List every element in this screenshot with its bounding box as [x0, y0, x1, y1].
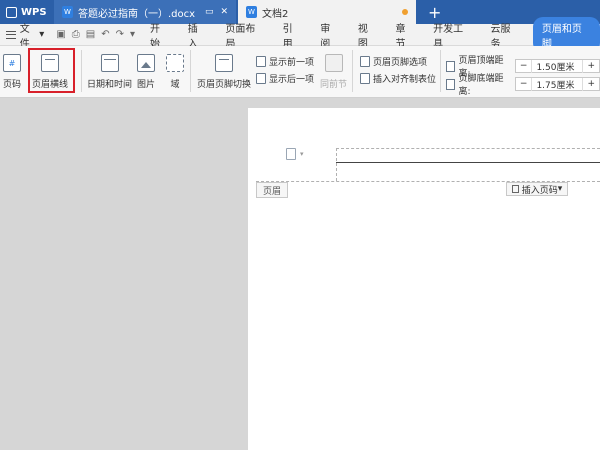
- header-edit-area[interactable]: [336, 148, 600, 181]
- redo-icon[interactable]: ↷: [116, 29, 124, 40]
- highlight-box: [28, 48, 75, 93]
- show-previous-icon: [256, 56, 266, 67]
- document-icon: W: [62, 6, 73, 18]
- hamburger-icon: [6, 30, 16, 39]
- tab-document-1-label: 答题必过指南（一）.docx: [78, 8, 196, 20]
- tab-insert[interactable]: 插入: [179, 20, 217, 50]
- picture-icon: [137, 54, 155, 72]
- insert-align-tab-button[interactable]: 插入对齐制表位: [360, 72, 436, 85]
- footer-bottom-distance-value[interactable]: 1.75厘米: [531, 77, 584, 91]
- header-tag: 页眉: [256, 182, 288, 198]
- page-number-button[interactable]: # 页码: [3, 54, 21, 90]
- paste-options-icon[interactable]: [286, 148, 296, 160]
- align-tab-icon: [360, 73, 370, 84]
- decrement-button[interactable]: −: [516, 61, 532, 71]
- tab-review[interactable]: 审阅: [311, 20, 349, 50]
- divider: [352, 50, 353, 92]
- decrement-button[interactable]: −: [516, 79, 532, 89]
- page-number-icon: #: [3, 54, 21, 72]
- divider: [440, 50, 441, 92]
- same-as-previous-label: 同前节: [320, 80, 348, 90]
- print-icon[interactable]: ⎙: [72, 29, 80, 40]
- page-icon: [511, 185, 519, 193]
- picture-button[interactable]: 图片: [137, 54, 155, 90]
- header-distance-icon: [446, 60, 456, 72]
- calendar-icon: [100, 54, 119, 72]
- date-time-button[interactable]: 日期和时间: [87, 54, 132, 90]
- customize-icon[interactable]: ▾: [130, 29, 135, 40]
- date-time-label: 日期和时间: [87, 80, 133, 90]
- show-next-label: 显示后一项: [269, 75, 315, 85]
- tab-document-2-label: 文档2: [262, 8, 289, 20]
- screen-icon[interactable]: ▭: [205, 7, 214, 17]
- file-menu[interactable]: 文件 ▾: [0, 20, 50, 50]
- preview-icon[interactable]: ▤: [86, 29, 95, 40]
- page-number-label: 页码: [3, 80, 22, 90]
- chevron-down-icon: ▾: [557, 184, 563, 194]
- increment-button[interactable]: +: [583, 61, 599, 71]
- header-horizontal-line: [336, 162, 600, 163]
- wps-app-label: WPS: [21, 6, 47, 18]
- chevron-down-icon: ▾: [39, 29, 45, 40]
- wps-logo-icon: [6, 6, 17, 18]
- quick-access-toolbar: ▣ ⎙ ▤ ↶ ↷ ▾: [50, 29, 141, 40]
- insert-page-number-label: 插入页码: [521, 185, 558, 196]
- field-button[interactable]: 域: [166, 54, 184, 90]
- tab-references[interactable]: 引用: [274, 20, 312, 50]
- show-next-button[interactable]: 显示后一项: [256, 72, 314, 85]
- header-footer-options-button[interactable]: 页眉页脚选项: [360, 55, 427, 68]
- same-as-previous-icon: [324, 54, 343, 72]
- header-footer-switch-button[interactable]: 页眉页脚切换: [197, 54, 251, 90]
- tab-view[interactable]: 视图: [349, 20, 387, 50]
- options-icon: [360, 56, 370, 67]
- close-icon[interactable]: ✕: [220, 7, 228, 17]
- footer-bottom-distance: 页脚底端距离: − 1.75厘米 +: [446, 71, 600, 97]
- document-icon: W: [246, 6, 257, 18]
- field-label: 域: [170, 80, 180, 90]
- show-previous-button[interactable]: 显示前一项: [256, 55, 314, 68]
- menu-bar: 文件 ▾ ▣ ⎙ ▤ ↶ ↷ ▾ 开始 插入 页面布局 引用 审阅 视图 章节 …: [0, 16, 600, 53]
- tab-cloud[interactable]: 云服务: [481, 20, 528, 50]
- tab-page-layout[interactable]: 页面布局: [216, 20, 273, 50]
- footer-bottom-distance-stepper[interactable]: − 1.75厘米 +: [514, 77, 600, 91]
- same-as-previous-button[interactable]: 同前节: [320, 54, 347, 90]
- switch-icon: [215, 54, 233, 72]
- header-footer-options-label: 页眉页脚选项: [373, 58, 428, 68]
- chevron-down-icon[interactable]: ▾: [300, 150, 304, 158]
- increment-button[interactable]: +: [583, 79, 599, 89]
- field-icon: [166, 54, 184, 72]
- divider: [190, 50, 191, 92]
- save-icon[interactable]: ▣: [56, 29, 65, 40]
- footer-distance-icon: [446, 78, 456, 90]
- picture-label: 图片: [137, 80, 156, 90]
- tab-developer[interactable]: 开发工具: [424, 20, 481, 50]
- footer-bottom-distance-label: 页脚底端距离:: [458, 74, 504, 97]
- header-footer-switch-label: 页眉页脚切换: [197, 80, 252, 90]
- insert-align-tab-label: 插入对齐制表位: [373, 75, 437, 85]
- unsaved-dot-icon: [402, 9, 408, 15]
- show-previous-label: 显示前一项: [269, 58, 315, 68]
- tab-chapter[interactable]: 章节: [387, 20, 425, 50]
- tab-home[interactable]: 开始: [141, 20, 179, 50]
- divider: [81, 50, 82, 92]
- file-menu-label: 文件: [19, 23, 30, 50]
- undo-icon[interactable]: ↶: [101, 29, 109, 40]
- show-next-icon: [256, 73, 266, 84]
- insert-page-number-button[interactable]: 插入页码 ▾: [506, 182, 568, 196]
